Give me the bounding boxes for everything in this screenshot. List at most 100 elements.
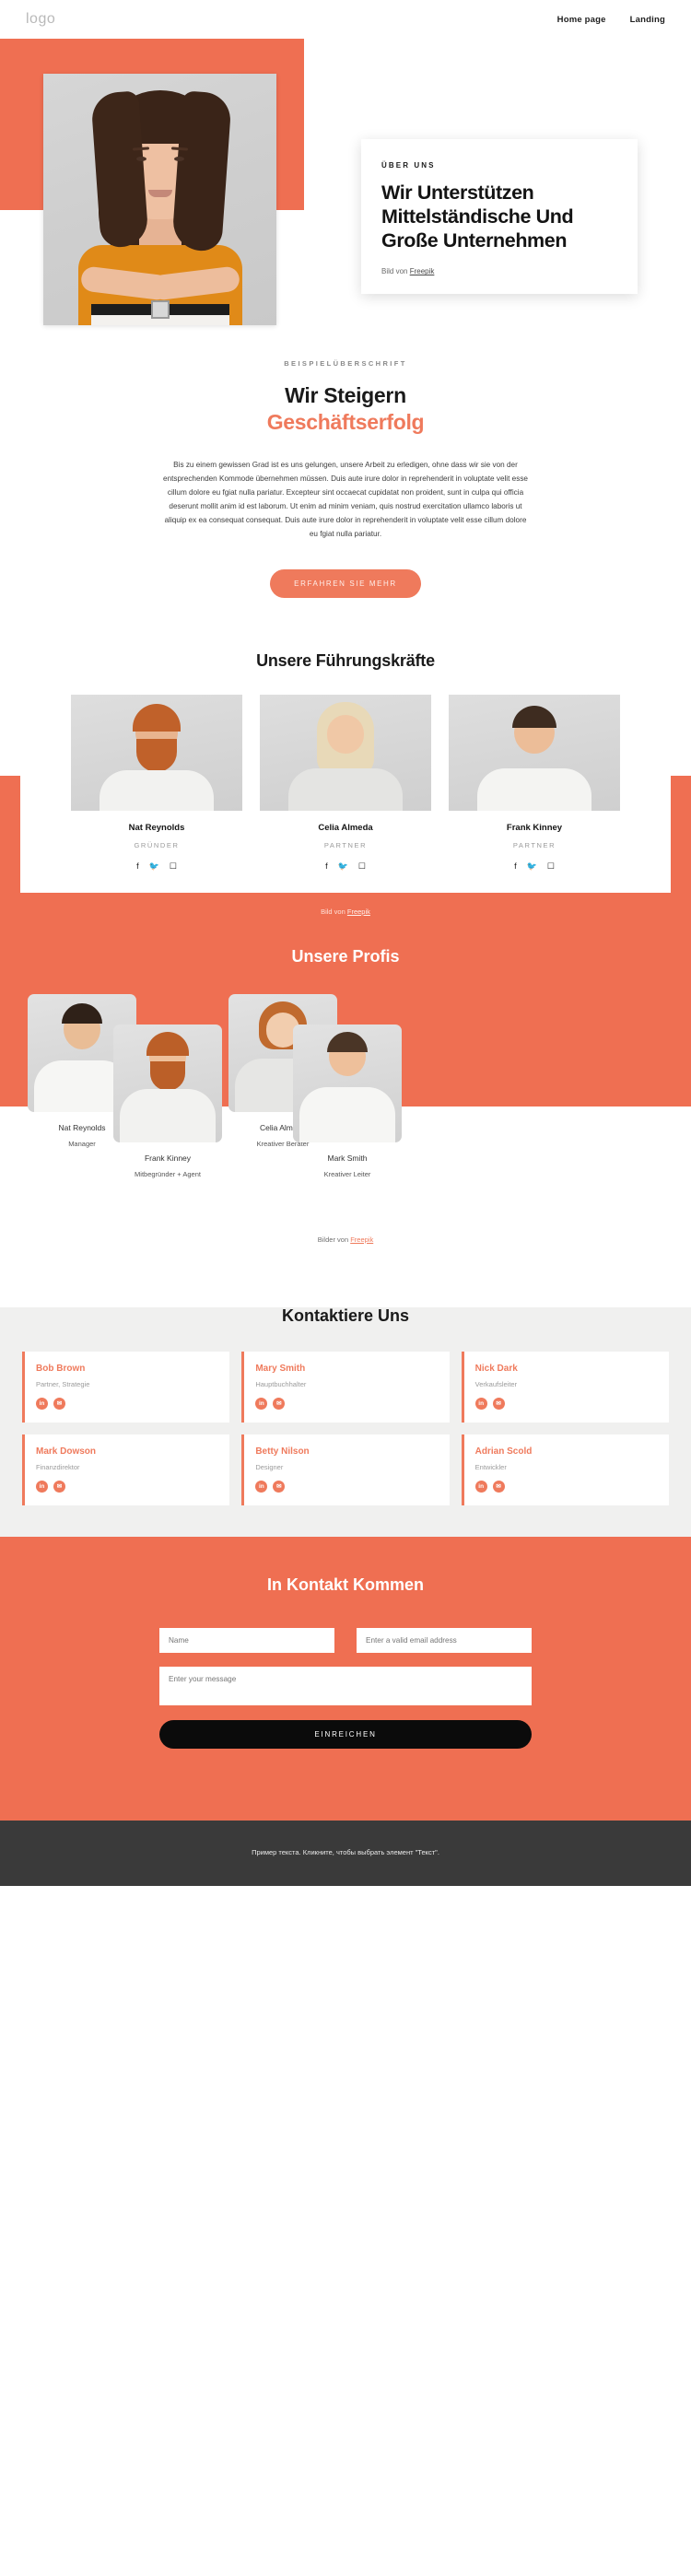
site-footer: Пример текста. Кликните, чтобы выбрать э… <box>0 1820 691 1886</box>
email-icon[interactable]: ✉ <box>53 1397 65 1410</box>
linkedin-icon[interactable]: in <box>255 1480 268 1493</box>
kontakt-title: Kontaktiere Uns <box>281 1306 410 1325</box>
profis-member-role: Kreativer Leiter <box>323 1169 371 1178</box>
success-title-line2: Geschäftserfolg <box>266 409 425 434</box>
leadership-member-card: Frank Kinney PARTNER f 🐦 ☐ <box>449 694 620 871</box>
landing-page: logo Home page Landing ÜBER UNS Wir Unte… <box>0 0 691 1886</box>
contact-name: Betty Nilson <box>255 1446 310 1457</box>
leadership-member-role: PARTNER <box>512 840 556 849</box>
contact-icons: in ✉ <box>36 1388 217 1410</box>
leadership-member-name: Celia Almeda <box>318 822 373 833</box>
profis-member-photo <box>113 1024 222 1142</box>
leadership-member-name: Nat Reynolds <box>128 822 185 833</box>
linkedin-icon[interactable]: in <box>474 1397 487 1410</box>
facebook-icon[interactable]: f <box>325 861 328 871</box>
contact-icons: in ✉ <box>36 1471 217 1493</box>
message-textarea[interactable] <box>159 1666 532 1705</box>
nav-link-home-page[interactable]: Home page <box>557 15 606 25</box>
profis-member-photo <box>293 1024 402 1142</box>
linkedin-icon[interactable]: in <box>36 1480 48 1493</box>
twitter-icon[interactable]: 🐦 <box>149 861 159 871</box>
contact-role: Designer <box>255 1462 284 1471</box>
leadership-card-panel: Nat Reynolds GRÜNDER f 🐦 ☐ Celia Almeda … <box>20 694 671 893</box>
contact-card: Betty Nilson Designer in ✉ <box>241 1434 450 1505</box>
profis-member-name: Frank Kinney <box>144 1153 192 1163</box>
email-icon[interactable]: ✉ <box>492 1480 505 1493</box>
twitter-icon[interactable]: 🐦 <box>527 861 537 871</box>
email-icon[interactable]: ✉ <box>492 1397 505 1410</box>
linkedin-icon[interactable]: in <box>474 1480 487 1493</box>
learn-more-button[interactable]: ERFAHREN SIE MEHR <box>270 568 421 598</box>
contact-name: Mary Smith <box>255 1363 306 1374</box>
twitter-icon[interactable]: 🐦 <box>338 861 348 871</box>
leadership-member-photo <box>449 694 620 811</box>
profis-member-card: Frank Kinney Mitbegründer + Agent <box>113 1024 222 1178</box>
facebook-icon[interactable]: f <box>514 861 517 871</box>
profis-image-credit: Bilder von Freepik <box>0 1196 691 1279</box>
contact-role: Finanzdirektor <box>36 1462 80 1471</box>
linkedin-icon[interactable]: in <box>255 1397 268 1410</box>
leadership-member-socials: f 🐦 ☐ <box>260 849 431 871</box>
contact-icons: in ✉ <box>255 1471 436 1493</box>
contact-card: Nick Dark Verkaufsleiter in ✉ <box>461 1351 669 1423</box>
contact-name: Bob Brown <box>36 1363 86 1374</box>
hero-eyebrow: ÜBER UNS <box>381 161 436 170</box>
leadership-credit-prefix: Bild von <box>321 907 347 916</box>
hero-section: ÜBER UNS Wir Unterstützen Mittelständisc… <box>0 39 691 325</box>
contact-role: Partner, Strategie <box>36 1379 90 1388</box>
leadership-member-role: PARTNER <box>323 840 368 849</box>
hero-person-illustration <box>43 74 276 325</box>
email-input[interactable] <box>357 1627 532 1653</box>
submit-button[interactable]: EINREICHEN <box>159 1719 532 1749</box>
contact-card: Adrian Scold Entwickler in ✉ <box>461 1434 669 1505</box>
contact-name: Nick Dark <box>474 1363 518 1374</box>
hero-text-card: ÜBER UNS Wir Unterstützen Mittelständisc… <box>361 139 638 295</box>
contact-card: Bob Brown Partner, Strategie in ✉ <box>22 1351 230 1423</box>
email-icon[interactable]: ✉ <box>53 1480 65 1493</box>
profis-member-name: Mark Smith <box>327 1153 368 1163</box>
leadership-member-photo <box>260 694 431 811</box>
site-header: logo Home page Landing <box>0 0 691 39</box>
profis-credit-prefix: Bilder von <box>317 1235 351 1244</box>
leadership-section: Unsere Führungskräfte Nat Reynolds GRÜND… <box>0 635 691 1029</box>
instagram-icon[interactable]: ☐ <box>170 861 177 871</box>
leadership-credit-link[interactable]: Freepik <box>347 907 370 916</box>
contact-icons: in ✉ <box>255 1388 436 1410</box>
hero-credit-link[interactable]: Freepik <box>410 267 435 275</box>
name-input[interactable] <box>159 1627 334 1653</box>
contact-icons: in ✉ <box>474 1388 656 1410</box>
leadership-member-card: Nat Reynolds GRÜNDER f 🐦 ☐ <box>71 694 242 871</box>
kontakt-section: Kontaktiere Uns Bob Brown Partner, Strat… <box>0 1278 691 1537</box>
profis-title: Unsere Profis <box>291 946 400 966</box>
success-title-line1: Wir Steigern <box>285 383 406 407</box>
hero-image-credit: Bild von Freepik <box>381 267 617 275</box>
contact-card: Mary Smith Hauptbuchhalter in ✉ <box>241 1351 450 1423</box>
leadership-image-credit: Bild von Freepik <box>0 893 691 916</box>
success-paragraph: Bis zu einem gewissen Grad ist es uns ge… <box>163 460 528 539</box>
nav-link-landing[interactable]: Landing <box>630 15 665 25</box>
profis-section: Unsere Profis Nat Reynolds Manager Frank… <box>0 915 691 1307</box>
contact-role: Verkaufsleiter <box>474 1379 518 1388</box>
hero-title: Wir Unterstützen Mittelständische Und Gr… <box>381 181 574 252</box>
leadership-member-card: Celia Almeda PARTNER f 🐦 ☐ <box>260 694 431 871</box>
contact-role: Hauptbuchhalter <box>255 1379 307 1388</box>
profis-credit-link[interactable]: Freepik <box>350 1235 373 1244</box>
contact-card: Mark Dowson Finanzdirektor in ✉ <box>22 1434 230 1505</box>
linkedin-icon[interactable]: in <box>36 1397 48 1410</box>
form-row-name-email <box>159 1627 532 1653</box>
email-icon[interactable]: ✉ <box>273 1480 286 1493</box>
instagram-icon[interactable]: ☐ <box>358 861 366 871</box>
profis-member-role: Mitbegründer + Agent <box>135 1169 201 1178</box>
profis-member-card: Mark Smith Kreativer Leiter <box>293 1024 402 1178</box>
contact-name: Adrian Scold <box>474 1446 533 1457</box>
instagram-icon[interactable]: ☐ <box>547 861 555 871</box>
facebook-icon[interactable]: f <box>136 861 139 871</box>
email-icon[interactable]: ✉ <box>273 1397 286 1410</box>
contact-icons: in ✉ <box>474 1471 656 1493</box>
contact-form: EINREICHEN <box>159 1627 532 1749</box>
success-eyebrow: BEISPIELÜBERSCHRIFT <box>284 359 407 368</box>
logo[interactable]: logo <box>26 11 55 28</box>
footer-text: Пример текста. Кликните, чтобы выбрать э… <box>252 1847 439 1856</box>
success-section: BEISPIELÜBERSCHRIFT Wir Steigern Geschäf… <box>0 306 691 635</box>
get-in-touch-section: In Kontakt Kommen EINREICHEN <box>0 1536 691 1821</box>
